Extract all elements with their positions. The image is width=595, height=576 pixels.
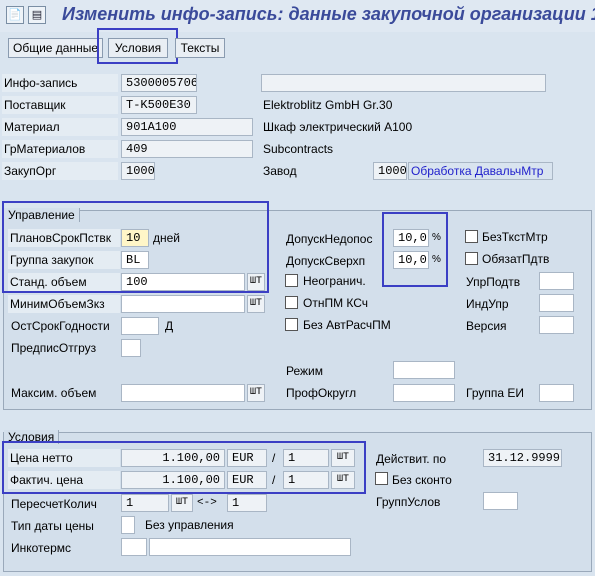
- max-qty-unit: ШТ: [247, 384, 265, 402]
- page-title: Изменить инфо-запись: данные закупочной …: [62, 4, 595, 24]
- material-name: Шкаф электрический A100: [263, 120, 413, 134]
- over-tol-label: ДопускСверхп: [286, 254, 366, 268]
- price-date-text: Без управления: [145, 518, 234, 532]
- material-field[interactable]: 901A100: [121, 118, 253, 136]
- vendor-label: Поставщик: [2, 96, 118, 114]
- conditions-highlight: [2, 441, 366, 494]
- min-qty-unit: ШТ: [247, 295, 265, 313]
- no-ers-label: Без АвтРасчПМ: [303, 318, 391, 332]
- pre-ship-field[interactable]: [121, 339, 141, 357]
- shelf-life-field[interactable]: [121, 317, 159, 335]
- gr-based-label: ОтнПМ КСч: [303, 296, 369, 310]
- mandatory-label: ОбязатПдтв: [482, 252, 550, 266]
- conversion-label: ПересчетКолич: [11, 497, 97, 511]
- under-tol-label: ДопускНедопос: [286, 232, 373, 246]
- incoterms-label: Инкотермс: [11, 541, 72, 555]
- version-field[interactable]: [539, 316, 574, 334]
- incoterms-location-field[interactable]: [149, 538, 351, 556]
- plant-name-box: [408, 162, 553, 180]
- tax-code-field[interactable]: [539, 294, 574, 312]
- min-qty-field[interactable]: [121, 295, 245, 313]
- rounding-field[interactable]: [393, 384, 455, 402]
- max-qty-label: Максим. объем: [11, 386, 97, 400]
- tolerance-highlight: [382, 212, 448, 287]
- tab-texts[interactable]: Тексты: [175, 38, 225, 58]
- material-group-field[interactable]: 409: [121, 140, 253, 158]
- conversion-arrow: <->: [197, 497, 217, 509]
- tax-code-label: ИндУпр: [466, 297, 509, 311]
- unlimited-label: Неогранич.: [303, 274, 366, 288]
- pre-ship-label: ПредписОтгруз: [11, 341, 97, 355]
- unlimited-checkbox[interactable]: [285, 274, 298, 287]
- mandatory-checkbox[interactable]: [465, 252, 478, 265]
- mode-field[interactable]: [393, 361, 455, 379]
- version-label: Версия: [466, 319, 507, 333]
- plant-label: Завод: [263, 164, 297, 178]
- gr-based-checkbox[interactable]: [285, 296, 298, 309]
- tab-general-data[interactable]: Общие данные: [8, 38, 103, 58]
- shelf-life-label: ОстСрокГодности: [11, 319, 110, 333]
- valid-to-label: Действит. по: [376, 452, 447, 466]
- info-record-field[interactable]: 5300005706: [121, 74, 197, 92]
- purch-org-label: ЗакупОрг: [2, 162, 118, 180]
- incoterms-field[interactable]: [121, 538, 147, 556]
- no-text-label: БезТкстМтр: [482, 230, 548, 244]
- conversion-field-2[interactable]: 1: [227, 494, 267, 512]
- conf-ctrl-label: УпрПодтв: [466, 275, 521, 289]
- cond-group-field[interactable]: [483, 492, 518, 510]
- rounding-label: ПрофОкругл: [286, 386, 357, 400]
- max-qty-field[interactable]: [121, 384, 245, 402]
- uom-group-label: Группа ЕИ: [466, 386, 524, 400]
- shelf-life-unit: Д: [165, 319, 174, 333]
- material-group-name: Subcontracts: [263, 142, 334, 156]
- price-date-label: Тип даты цены: [11, 519, 94, 533]
- uom-group-field[interactable]: [539, 384, 574, 402]
- cond-group-label: ГруппУслов: [376, 495, 441, 509]
- info-record-description-field[interactable]: [261, 74, 546, 92]
- purch-org-field[interactable]: 1000: [121, 162, 155, 180]
- vendor-field[interactable]: T-K500E30: [121, 96, 197, 114]
- price-date-field[interactable]: [121, 516, 135, 534]
- valid-to-field[interactable]: 31.12.9999: [483, 449, 562, 467]
- conversion-field[interactable]: 1: [121, 494, 169, 512]
- tab-conditions-highlight: [97, 28, 178, 64]
- material-label: Материал: [2, 118, 118, 136]
- conf-ctrl-field[interactable]: [539, 272, 574, 290]
- no-discount-label: Без сконто: [392, 473, 452, 487]
- no-ers-checkbox[interactable]: [285, 318, 298, 331]
- no-text-checkbox[interactable]: [465, 230, 478, 243]
- min-qty-label: МинимОбъемЗкз: [8, 295, 120, 313]
- vendor-name: Elektroblitz GmbH Gr.30: [263, 98, 393, 112]
- print-icon[interactable]: ▤: [28, 6, 46, 24]
- plant-field[interactable]: 1000: [373, 162, 407, 180]
- info-record-label: Инфо-запись: [2, 74, 118, 92]
- mode-label: Режим: [286, 364, 323, 378]
- no-discount-checkbox[interactable]: [375, 472, 388, 485]
- control-highlight: [2, 201, 269, 293]
- document-icon[interactable]: 📄: [6, 6, 24, 24]
- material-group-label: ГрМатериалов: [2, 140, 118, 158]
- conversion-unit: ШТ: [171, 494, 193, 512]
